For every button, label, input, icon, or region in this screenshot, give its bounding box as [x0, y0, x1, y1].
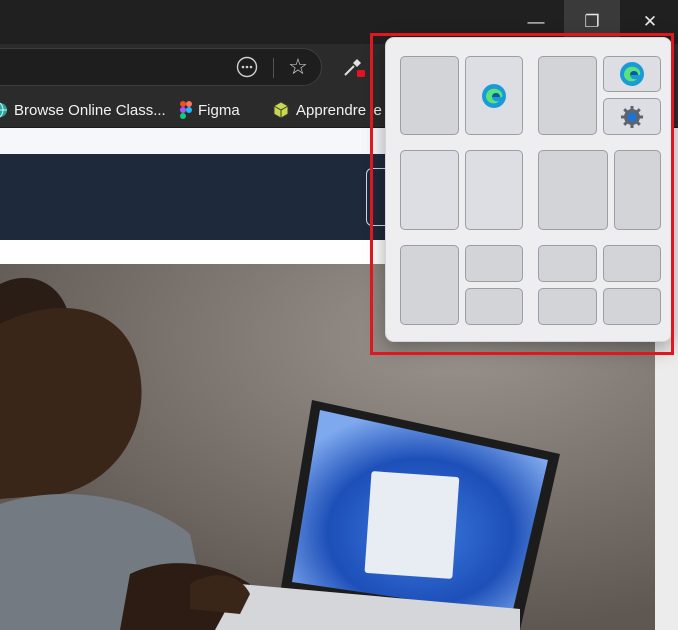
snap-zone-top-right[interactable] [603, 56, 661, 92]
snap-zone-bottom-right[interactable] [603, 98, 661, 135]
snap-zone-main-left[interactable] [538, 56, 597, 135]
snap-zone-grid-top-left[interactable] [538, 245, 597, 282]
globe-icon [0, 102, 7, 118]
favorite-label: Browse Online Class... [14, 101, 166, 119]
snap-zone-bottom-right-small[interactable] [465, 288, 523, 325]
favorite-label: Figma [198, 101, 240, 119]
snap-zone-grid-bottom-right[interactable] [603, 288, 661, 325]
snap-zone-wide-left[interactable] [538, 150, 608, 230]
close-icon: ✕ [642, 12, 658, 31]
eyedropper-icon [344, 59, 365, 77]
edge-icon [620, 62, 644, 86]
favorite-label: Apprendre le [296, 101, 382, 119]
snap-zone-grid-top-right[interactable] [603, 245, 661, 282]
favorite-item[interactable]: Browse Online Class... [0, 92, 166, 128]
snap-zone-tall-left[interactable] [400, 245, 459, 325]
toolbar-separator [273, 58, 274, 78]
restore-icon: ❐ [584, 12, 600, 31]
extension-button[interactable] [340, 54, 366, 80]
cube-icon [273, 101, 289, 119]
more-options-button[interactable] [234, 54, 260, 80]
snap-zone-narrow-right[interactable] [614, 150, 661, 230]
favorite-item[interactable]: Figma [180, 92, 240, 128]
snap-zone-two-equal-right[interactable] [465, 56, 523, 135]
more-icon [236, 56, 258, 78]
snap-layouts-flyout [385, 37, 672, 342]
snap-zone-top-right-small[interactable] [465, 245, 523, 282]
figma-icon [180, 101, 192, 119]
snap-zone-half-left[interactable] [400, 150, 459, 230]
snap-zone-grid-bottom-left[interactable] [538, 288, 597, 325]
favorite-item[interactable]: Apprendre le [272, 92, 382, 128]
snap-zone-half-right[interactable] [465, 150, 523, 230]
minimize-icon: — [527, 12, 545, 31]
favorite-star-button[interactable]: ☆ [285, 54, 311, 80]
edge-icon [482, 83, 506, 108]
snap-zone-two-equal-left[interactable] [400, 56, 459, 135]
settings-gear-icon [621, 105, 643, 128]
star-icon: ☆ [288, 54, 308, 79]
